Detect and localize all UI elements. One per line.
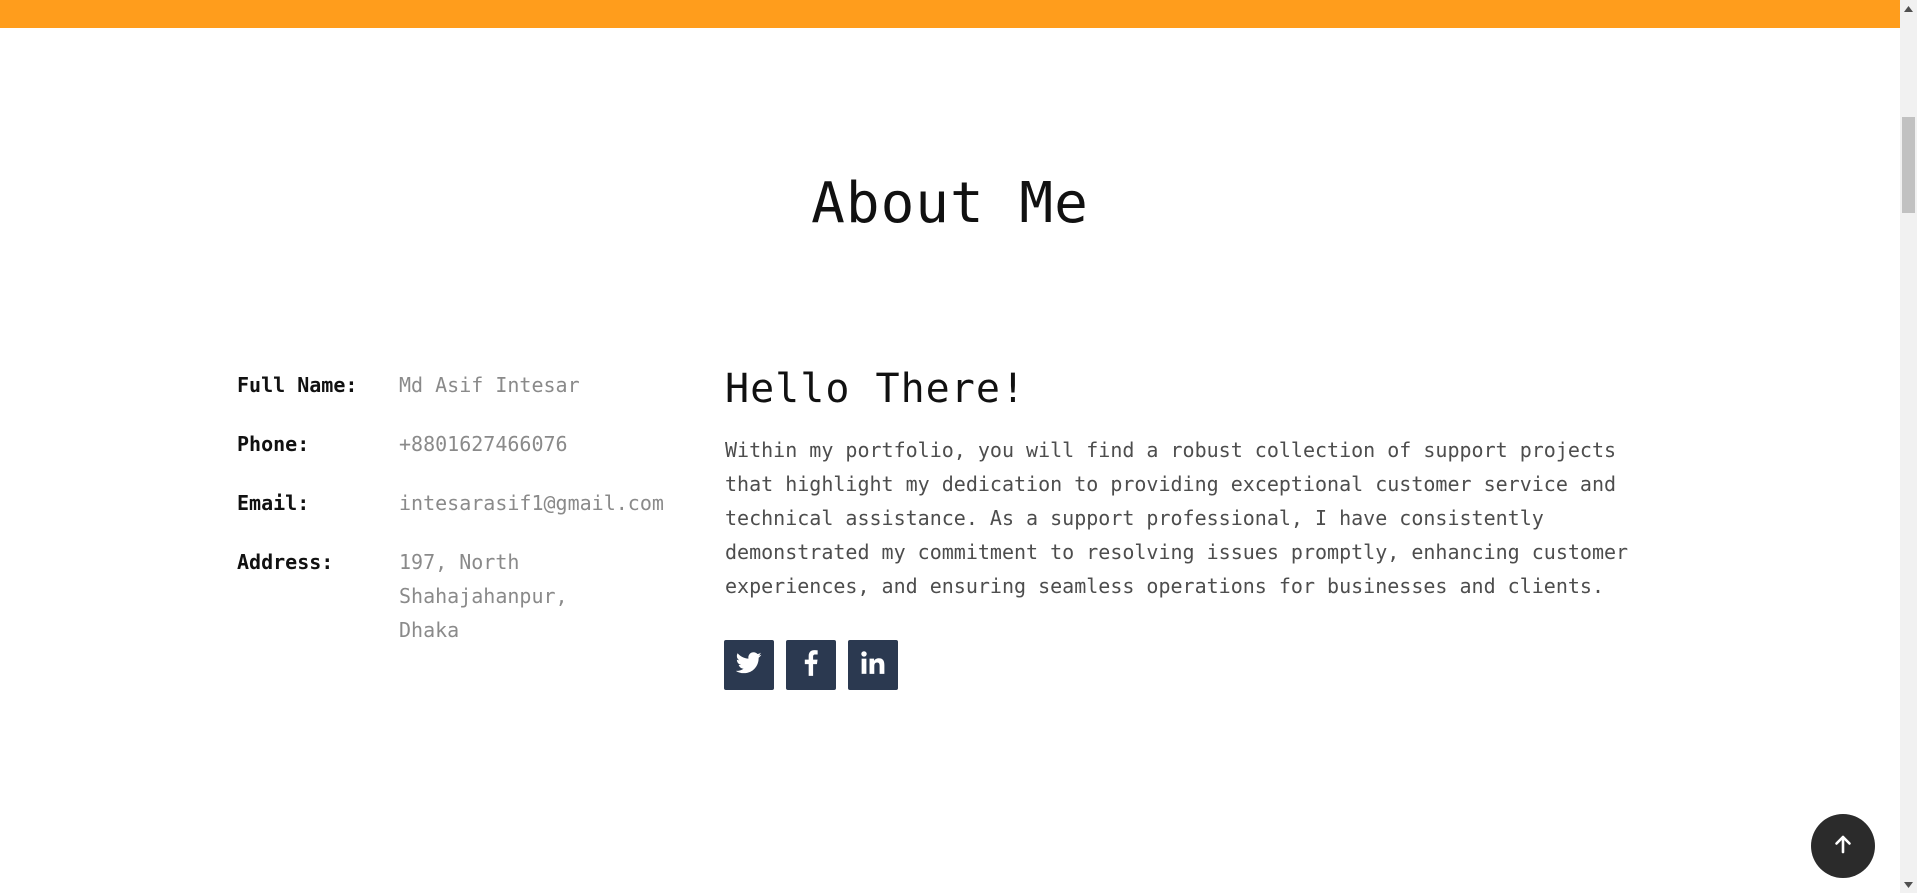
- info-row-address: Address: 197, North Shahajahanpur, Dhaka: [237, 545, 599, 647]
- top-accent-bar: [0, 0, 1900, 28]
- greeting-heading: Hello There!: [725, 366, 1026, 412]
- info-value: Md Asif Intesar: [399, 373, 580, 397]
- facebook-button[interactable]: [786, 640, 836, 690]
- info-row-email: Email: intesarasif1@gmail.com: [237, 486, 679, 520]
- info-value: intesarasif1@gmail.com: [399, 491, 664, 515]
- arrow-up-icon: [1832, 833, 1854, 859]
- vertical-scrollbar[interactable]: [1900, 0, 1917, 893]
- facebook-icon: [804, 650, 818, 680]
- twitter-button[interactable]: [724, 640, 774, 690]
- info-label: Email:: [237, 491, 310, 515]
- scroll-up-arrow[interactable]: [1900, 0, 1917, 17]
- linkedin-button[interactable]: [848, 640, 898, 690]
- scrollbar-thumb[interactable]: [1902, 117, 1915, 213]
- back-to-top-button[interactable]: [1811, 814, 1875, 878]
- section-title: About Me: [811, 171, 1089, 236]
- info-label: Phone:: [237, 432, 310, 456]
- info-value: 197, North Shahajahanpur, Dhaka: [399, 550, 568, 642]
- info-row-full-name: Full Name: Md Asif Intesar: [237, 368, 679, 402]
- social-links: [724, 640, 898, 690]
- info-row-phone: Phone: +8801627466076: [237, 427, 679, 461]
- linkedin-icon: [860, 650, 886, 680]
- info-label: Address:: [237, 550, 334, 574]
- twitter-icon: [735, 652, 762, 678]
- info-label: Full Name:: [237, 373, 358, 397]
- scroll-down-arrow[interactable]: [1900, 876, 1917, 893]
- bio-paragraph: Within my portfolio, you will find a rob…: [725, 438, 1629, 598]
- info-value: +8801627466076: [399, 432, 568, 456]
